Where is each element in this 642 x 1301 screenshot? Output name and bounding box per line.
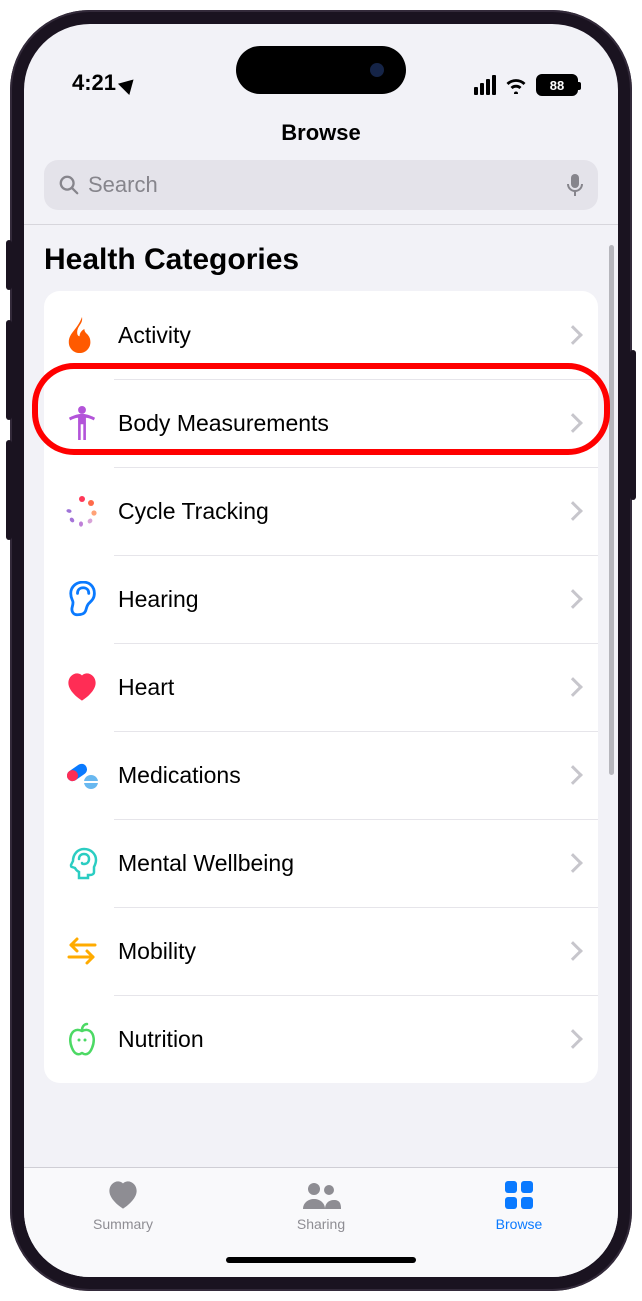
chevron-right-icon	[563, 765, 583, 785]
cell-signal-icon	[474, 75, 496, 95]
chevron-right-icon	[563, 589, 583, 609]
category-activity[interactable]: Activity	[44, 291, 598, 379]
mind-icon	[62, 843, 102, 883]
heart-fill-icon	[106, 1178, 140, 1212]
battery-percent: 88	[550, 78, 564, 93]
chevron-right-icon	[563, 413, 583, 433]
chevron-right-icon	[563, 501, 583, 521]
category-mental-wellbeing[interactable]: Mental Wellbeing	[44, 819, 598, 907]
grid-icon	[504, 1178, 534, 1212]
category-label: Hearing	[118, 586, 566, 613]
category-label: Medications	[118, 762, 566, 789]
people-icon	[301, 1178, 341, 1212]
ear-icon	[62, 579, 102, 619]
mobility-icon	[62, 931, 102, 971]
category-label: Activity	[118, 322, 566, 349]
category-label: Nutrition	[118, 1026, 566, 1053]
location-icon	[118, 74, 139, 95]
category-cycle-tracking[interactable]: Cycle Tracking	[44, 467, 598, 555]
category-nutrition[interactable]: Nutrition	[44, 995, 598, 1083]
tab-summary[interactable]: Summary	[63, 1178, 183, 1232]
category-heart[interactable]: Heart	[44, 643, 598, 731]
flame-icon	[62, 315, 102, 355]
battery-icon: 88	[536, 74, 578, 96]
category-label: Mental Wellbeing	[118, 850, 566, 877]
category-list: Activity Body Measurements	[44, 291, 598, 1083]
chevron-right-icon	[563, 677, 583, 697]
category-body-measurements[interactable]: Body Measurements	[44, 379, 598, 467]
chevron-right-icon	[563, 941, 583, 961]
tab-sharing[interactable]: Sharing	[261, 1178, 381, 1232]
apple-icon	[62, 1019, 102, 1059]
status-time: 4:21	[72, 70, 116, 96]
search-icon	[58, 174, 80, 196]
home-indicator[interactable]	[226, 1257, 416, 1263]
tab-browse[interactable]: Browse	[459, 1178, 579, 1232]
chevron-right-icon	[563, 325, 583, 345]
tab-label: Sharing	[297, 1216, 345, 1232]
category-label: Body Measurements	[118, 410, 566, 437]
category-label: Mobility	[118, 938, 566, 965]
search-placeholder: Search	[88, 172, 566, 198]
heart-icon	[62, 667, 102, 707]
pills-icon	[62, 755, 102, 795]
category-mobility[interactable]: Mobility	[44, 907, 598, 995]
category-label: Cycle Tracking	[118, 498, 566, 525]
cycle-icon	[62, 491, 102, 531]
dynamic-island	[236, 46, 406, 94]
body-icon	[62, 403, 102, 443]
screen: 4:21 88 Browse	[24, 24, 618, 1277]
section-title: Health Categories	[44, 243, 598, 277]
wifi-icon	[504, 76, 528, 94]
search-input[interactable]: Search	[44, 160, 598, 210]
chevron-right-icon	[563, 853, 583, 873]
phone-frame: 4:21 88 Browse	[10, 10, 632, 1291]
category-label: Heart	[118, 674, 566, 701]
microphone-icon[interactable]	[566, 173, 584, 197]
category-medications[interactable]: Medications	[44, 731, 598, 819]
chevron-right-icon	[563, 1029, 583, 1049]
tab-label: Summary	[93, 1216, 153, 1232]
scroll-indicator[interactable]	[609, 245, 614, 775]
page-title: Browse	[24, 104, 618, 160]
tab-label: Browse	[496, 1216, 543, 1232]
category-hearing[interactable]: Hearing	[44, 555, 598, 643]
